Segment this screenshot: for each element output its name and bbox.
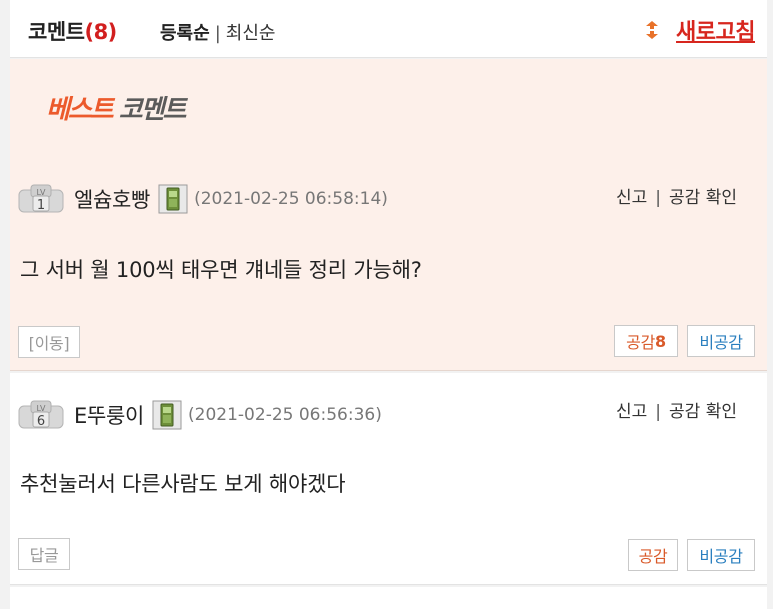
best-comment-logo: 베스트 코멘트 (46, 89, 187, 126)
best-logo-part2: 코멘트 (118, 95, 187, 125)
next-comment-edge (10, 587, 767, 609)
like-confirm-link[interactable]: 공감 확인 (669, 188, 737, 208)
comment-title-label: 코멘트 (28, 20, 85, 44)
comment-title: 코멘트(8) (28, 16, 117, 46)
report-link[interactable]: 신고 (616, 188, 647, 208)
comment-header: 코멘트(8) 등록순 | 최신순 새로고침 (10, 0, 767, 58)
comment-nickname[interactable]: 엘슘호빵 (74, 184, 150, 214)
comment-text: 그 서버 월 100씩 태우면 걔네들 정리 가능해? (20, 258, 422, 282)
comment-text: 추천눌러서 다른사람도 보게 해야겠다 (20, 472, 346, 496)
like-button[interactable]: 공감 (628, 539, 678, 571)
like-count: 8 (655, 331, 666, 351)
sort-registered-link[interactable]: 등록순 (160, 23, 210, 44)
comment-actions: 신고 | 공감 확인 (616, 397, 737, 422)
mobile-phone-icon (152, 400, 182, 430)
mobile-phone-icon (158, 184, 188, 214)
sort-separator: | (214, 23, 221, 44)
reply-button[interactable]: 답글 (18, 538, 70, 570)
refresh-icon (646, 21, 659, 39)
refresh-label: 새로고침 (676, 20, 755, 45)
refresh-button[interactable]: 새로고침 (642, 14, 755, 46)
sort-latest-link[interactable]: 최신순 (226, 23, 276, 44)
move-button[interactable]: [이동] (18, 326, 80, 358)
sort-options: 등록순 | 최신순 (160, 19, 275, 45)
dislike-button[interactable]: 비공감 (687, 325, 755, 357)
level-badge-icon: LV 1 (18, 184, 64, 213)
comment-actions: 신고 | 공감 확인 (616, 183, 737, 208)
action-separator: | (655, 188, 662, 208)
level-number: 6 (37, 414, 45, 429)
like-button[interactable]: 공감 8 (614, 325, 678, 357)
comment-item: LV 6 E뚜룽이 (2021-02-25 06:56:36) 신고 | 공감 확인… (10, 373, 767, 585)
action-separator: | (655, 402, 662, 422)
comment-meta: LV 6 E뚜룽이 (2021-02-25 06:56:36) (18, 400, 382, 430)
like-label: 공감 (638, 547, 668, 566)
comment-date: (2021-02-25 06:58:14) (194, 189, 388, 209)
comment-nickname[interactable]: E뚜룽이 (74, 400, 144, 430)
best-logo-part1: 베스트 (46, 95, 114, 125)
comment-meta: LV 1 엘슘호빵 (2021-02-25 06:58:14) (18, 184, 388, 214)
like-confirm-link[interactable]: 공감 확인 (669, 402, 737, 422)
level-badge-icon: LV 6 (18, 400, 64, 429)
best-comment-box: 베스트 코멘트 LV 1 엘슘호빵 (2021-02-25 06:58:14) … (10, 59, 767, 371)
report-link[interactable]: 신고 (616, 402, 647, 422)
comment-date: (2021-02-25 06:56:36) (188, 405, 382, 425)
comment-count: (8) (84, 20, 117, 44)
dislike-button[interactable]: 비공감 (687, 539, 755, 571)
level-number: 1 (37, 198, 45, 213)
like-label: 공감 (626, 333, 655, 352)
